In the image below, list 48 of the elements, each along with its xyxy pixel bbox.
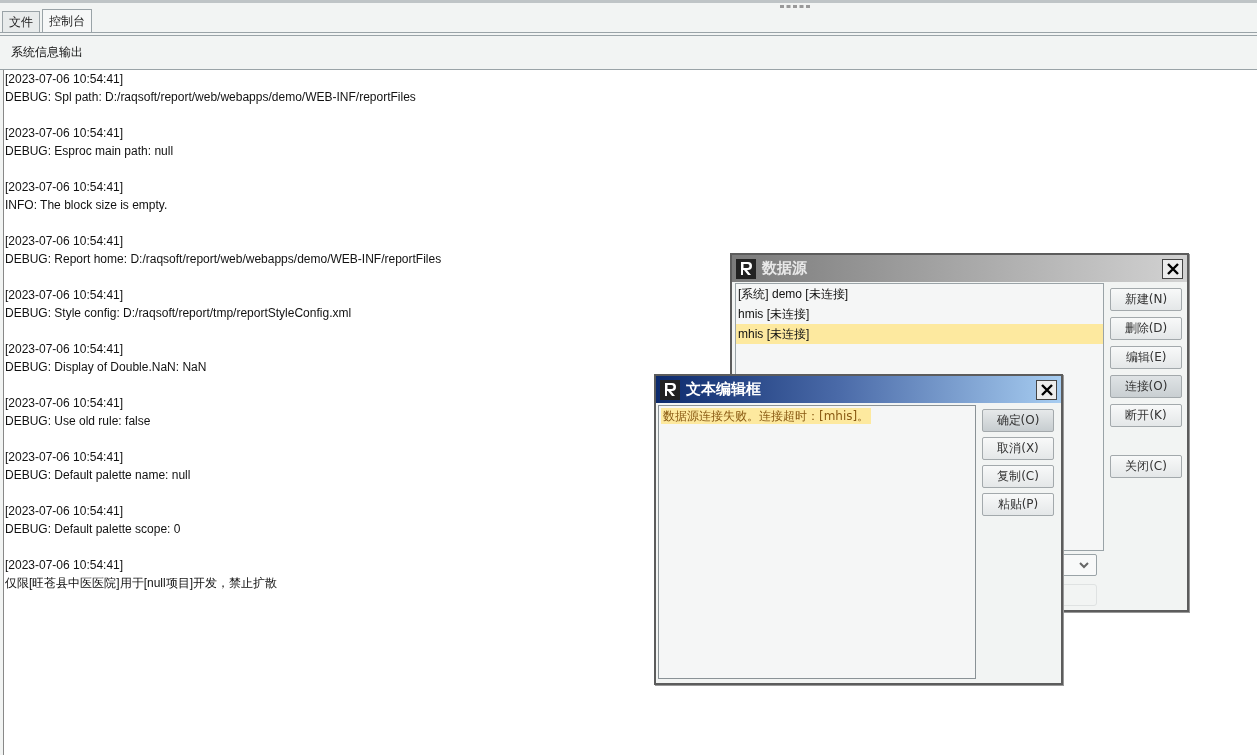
log-message: DEBUG: Report home: D:/raqsoft/report/web/webapps/demo/WEB-INF/reportFiles (4, 251, 442, 268)
datasource-item[interactable]: mhis [未连接] (736, 324, 1103, 344)
text-area[interactable]: 数据源连接失败。连接超时：[mhis]。 (658, 405, 976, 679)
log-message: DEBUG: Default palette scope: 0 (4, 521, 181, 538)
log-timestamp: [2023-07-06 10:54:41] (4, 557, 124, 574)
log-timestamp: [2023-07-06 10:54:41] (4, 71, 124, 88)
log-message: DEBUG: Style config: D:/raqsoft/report/tmp/reportStyleConfig.xml (4, 305, 352, 322)
dialog-button[interactable]: 断开(K) (1110, 404, 1182, 427)
log-message: 仅限[旺苍县中医医院]用于[null项目]开发，禁止扩散 (4, 575, 277, 592)
dialog-title: 文本编辑框 (686, 380, 762, 399)
datasource-item[interactable]: [系统] demo [未连接] (736, 284, 1103, 304)
close-icon (1040, 383, 1053, 396)
log-timestamp: [2023-07-06 10:54:41] (4, 341, 124, 358)
dialog-button[interactable]: 删除(D) (1110, 317, 1182, 340)
log-timestamp: [2023-07-06 10:54:41] (4, 503, 124, 520)
dialog-button[interactable]: 复制(C) (982, 465, 1054, 488)
log-message: DEBUG: Default palette name: null (4, 467, 191, 484)
dialog-button[interactable]: 连接(O) (1110, 375, 1182, 398)
error-message: 数据源连接失败。连接超时：[mhis]。 (661, 408, 872, 424)
log-message: DEBUG: Esproc main path: null (4, 143, 174, 160)
datasource-item[interactable]: hmis [未连接] (736, 304, 1103, 324)
dialog-button[interactable]: 取消(X) (982, 437, 1054, 460)
log-message: INFO: The block size is empty. (4, 197, 168, 214)
dialog-button[interactable]: 确定(O) (982, 409, 1054, 432)
tab[interactable]: 文件 (2, 11, 40, 32)
log-message: DEBUG: Use old rule: false (4, 413, 151, 430)
panel-title: 系统信息输出 (11, 44, 83, 61)
dialog-button[interactable]: 粘贴(P) (982, 493, 1054, 516)
log-timestamp: [2023-07-06 10:54:41] (4, 449, 124, 466)
log-timestamp: [2023-07-06 10:54:41] (4, 233, 124, 250)
close-button[interactable] (1036, 379, 1057, 400)
dialog-title: 数据源 (762, 259, 808, 278)
app-logo-icon (660, 379, 680, 400)
log-timestamp: [2023-07-06 10:54:41] (4, 287, 124, 304)
dialog-button[interactable]: 编辑(E) (1110, 346, 1182, 369)
log-message: DEBUG: Display of Double.NaN: NaN (4, 359, 207, 376)
dialog-button[interactable]: 关闭(C) (1110, 455, 1182, 478)
close-icon (1166, 262, 1179, 275)
grip-icon[interactable] (780, 5, 812, 9)
tab[interactable]: 控制台 (42, 9, 92, 32)
chevron-down-icon (1078, 561, 1090, 569)
log-message: DEBUG: Spl path: D:/raqsoft/report/web/webapps/demo/WEB-INF/reportFiles (4, 89, 416, 106)
log-timestamp: [2023-07-06 10:54:41] (4, 395, 124, 412)
app-logo-icon (736, 258, 756, 279)
log-timestamp: [2023-07-06 10:54:41] (4, 179, 124, 196)
log-timestamp: [2023-07-06 10:54:41] (4, 125, 124, 142)
close-button[interactable] (1162, 258, 1183, 279)
dialog-button[interactable]: 新建(N) (1110, 288, 1182, 311)
